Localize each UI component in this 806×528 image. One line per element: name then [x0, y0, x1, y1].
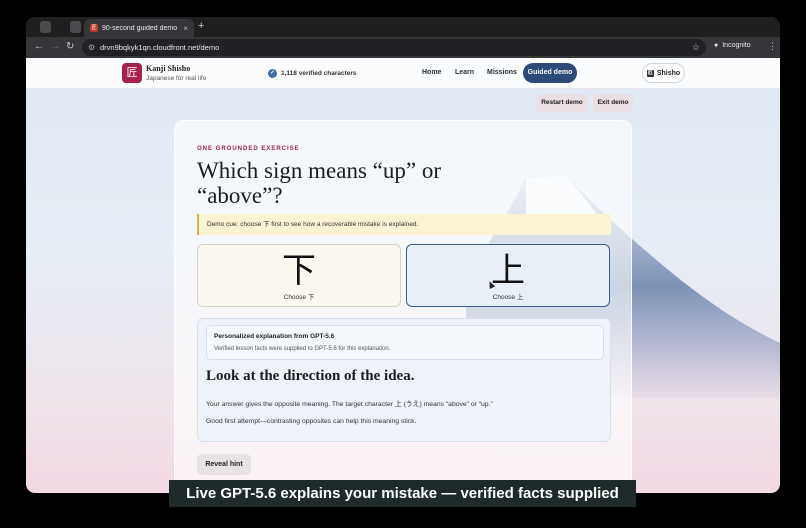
choice-ue-button[interactable]: 上 Choose 上	[406, 244, 610, 307]
checkmark-icon: ✓	[268, 69, 277, 78]
back-icon[interactable]: ←	[34, 42, 44, 52]
sidebar-toggle-icon[interactable]	[40, 21, 51, 33]
choice-shita-button[interactable]: 下 Choose 下	[197, 244, 401, 307]
tab-title: 90-second guided demo - Ka	[102, 24, 179, 32]
explanation-paragraph: Your answer gives the opposite meaning. …	[206, 401, 493, 408]
brand-tagline: Japanese for real life	[146, 75, 207, 82]
bookmark-star-icon[interactable]: ☆	[692, 42, 700, 53]
url-text: drvn9bqkyk1qn.cloudfront.net/demo	[100, 43, 220, 52]
explanation-panel: Personalized explanation from GPT-5.6 Ve…	[197, 318, 611, 442]
site-header: 匠 Kanji Shisho Japanese for real life ✓ …	[26, 58, 780, 89]
browser-window: 匠 90-second guided demo - Ka × + ← → ↻ ⚙…	[26, 17, 780, 493]
logo-icon[interactable]: 匠	[122, 63, 142, 83]
site-info-icon[interactable]: ⚙	[88, 43, 95, 52]
nav-missions[interactable]: Missions	[487, 69, 517, 76]
question-title: Which sign means “up” or “above”?	[197, 158, 441, 208]
menu-icon[interactable]: ⋮	[768, 41, 777, 52]
incognito-label: Incognito	[722, 42, 751, 49]
exit-demo-button[interactable]: Exit demo	[593, 94, 633, 112]
address-bar-row: ← → ↻ ⚙ drvn9bqkyk1qn.cloudfront.net/dem…	[26, 37, 780, 58]
restart-demo-button[interactable]: Restart demo	[536, 94, 588, 112]
explanation-heading: Look at the direction of the idea.	[206, 368, 415, 384]
demo-cue: Demo cue: choose 下 first to see how a re…	[197, 214, 611, 235]
shisho-label: Shisho	[656, 69, 681, 77]
explanation-title: Personalized explanation from GPT-5.6	[214, 333, 335, 340]
explanation-source-box: Personalized explanation from GPT-5.6 Ve…	[206, 325, 604, 360]
tab-guided-demo[interactable]: 匠 90-second guided demo - Ka ×	[84, 19, 194, 37]
explanation-subtitle: Verified lesson facts were supplied to G…	[214, 346, 391, 352]
choice-glyph: 下	[282, 251, 316, 291]
video-caption: Live GPT-5.6 explains your mistake — ver…	[169, 480, 636, 507]
web-page: 匠 Kanji Shisho Japanese for real life ✓ …	[26, 58, 780, 493]
tab-search-icon[interactable]	[70, 21, 81, 33]
url-field[interactable]: ⚙ drvn9bqkyk1qn.cloudfront.net/demo ☆	[82, 39, 706, 56]
close-tab-icon[interactable]: ×	[183, 24, 188, 33]
verified-count: 1,118 verified characters	[281, 70, 357, 77]
explanation-paragraph: Good first attempt—contrasting opposites…	[206, 418, 417, 425]
choice-label: Choose 下	[283, 294, 315, 301]
shisho-icon: 匠	[646, 69, 654, 77]
new-tab-icon[interactable]: +	[198, 20, 204, 32]
incognito-indicator[interactable]: ● Incognito	[714, 42, 751, 49]
incognito-icon: ●	[714, 42, 719, 49]
exercise-eyebrow: ONE GROUNDED EXERCISE	[197, 146, 300, 152]
shisho-button[interactable]: 匠 Shisho	[642, 63, 685, 83]
choice-glyph: 上	[491, 251, 525, 291]
favicon-icon: 匠	[90, 24, 98, 32]
forward-icon[interactable]: →	[50, 42, 60, 52]
choice-label: Choose 上	[492, 294, 524, 301]
verified-badge: ✓ 1,118 verified characters	[268, 69, 357, 78]
reload-icon[interactable]: ↻	[66, 42, 74, 52]
reveal-hint-button[interactable]: Reveal hint	[197, 454, 251, 475]
tab-bar: 匠 90-second guided demo - Ka × +	[26, 17, 780, 37]
brand-name[interactable]: Kanji Shisho	[146, 64, 190, 73]
nav-learn[interactable]: Learn	[455, 69, 474, 76]
exercise-card: ONE GROUNDED EXERCISE Which sign means “…	[174, 120, 632, 493]
nav-guided-demo[interactable]: Guided demo	[523, 63, 577, 83]
nav-home[interactable]: Home	[422, 69, 441, 76]
